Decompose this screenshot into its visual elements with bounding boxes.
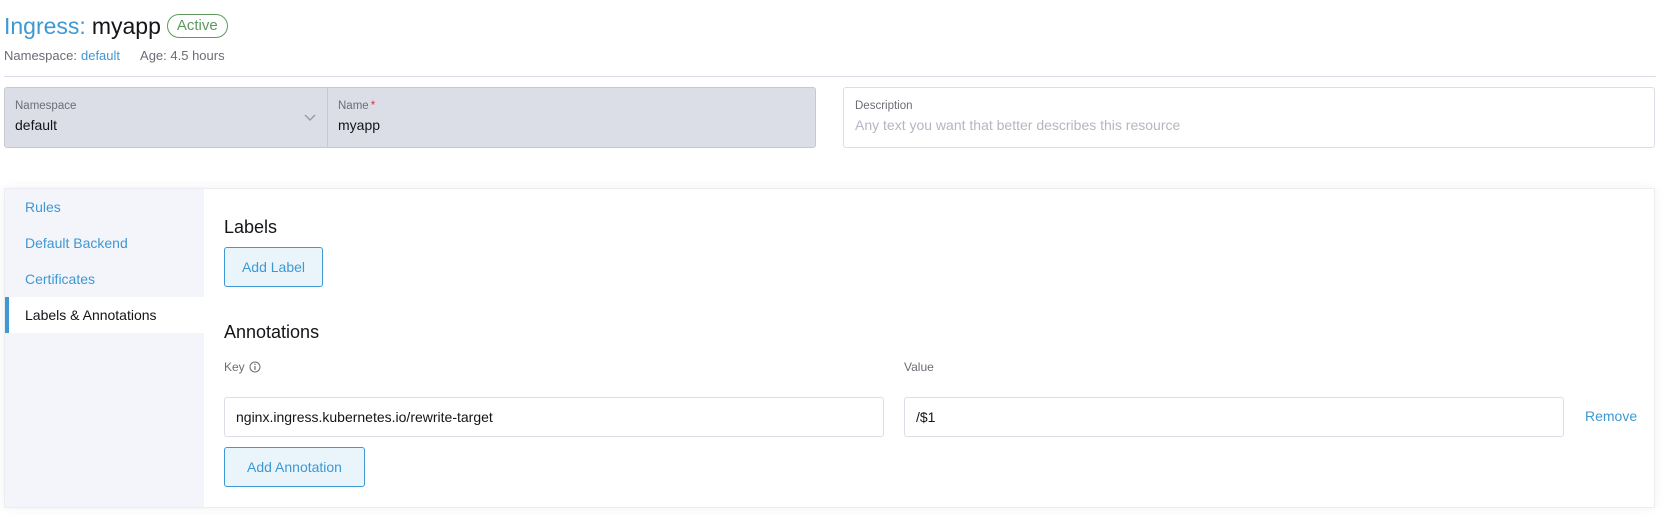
remove-annotation-link[interactable]: Remove	[1585, 408, 1637, 424]
required-mark: *	[370, 100, 376, 112]
name-label-text: Name	[338, 100, 369, 112]
namespace-meta-label: Namespace:	[4, 48, 77, 63]
namespace-name-group: Namespace default Name * myapp	[4, 87, 816, 148]
labels-title: Labels	[224, 217, 278, 237]
header-divider	[4, 76, 1656, 77]
add-annotation-button[interactable]: Add Annotation	[224, 447, 365, 487]
tab-default-backend[interactable]: Default Backend	[5, 225, 204, 261]
status-badge: Active	[166, 14, 228, 38]
resource-type-label: Ingress:	[4, 12, 86, 39]
age-text: Age: 4.5 hours	[140, 48, 225, 63]
annotations-title: Annotations	[224, 322, 320, 342]
namespace-field-value: default	[15, 117, 58, 133]
description-field[interactable]: Description Any text you want that bette…	[843, 87, 1655, 148]
name-field-value: myapp	[338, 117, 381, 133]
namespace-select[interactable]: Namespace default	[5, 88, 328, 147]
annotation-key-input[interactable]: nginx.ingress.kubernetes.io/rewrite-targ…	[224, 397, 884, 437]
name-field[interactable]: Name * myapp	[328, 88, 815, 147]
chevron-down-icon[interactable]	[303, 110, 317, 124]
tabbed-card: Rules Default Backend Certificates Label…	[4, 188, 1655, 508]
tab-certificates[interactable]: Certificates	[5, 261, 204, 297]
tab-labels-annotations[interactable]: Labels & Annotations	[5, 297, 204, 333]
description-label: Description	[855, 100, 913, 112]
name-field-label: Name *	[338, 100, 805, 112]
annotation-value-input[interactable]: /$1	[904, 397, 1564, 437]
key-column-label: Key	[224, 360, 261, 374]
add-label-button[interactable]: Add Label	[224, 247, 323, 287]
value-column-label: Value	[904, 360, 934, 374]
resource-name: myapp	[91, 12, 161, 39]
page-header: Ingress: myapp Active Namespace: default…	[4, 10, 228, 63]
info-icon[interactable]	[249, 361, 261, 373]
description-placeholder: Any text you want that better describes …	[855, 117, 1181, 133]
resource-meta: Namespace: default Age: 4.5 hours	[4, 48, 228, 63]
tab-rules[interactable]: Rules	[5, 189, 204, 225]
key-label-text: Key	[224, 360, 245, 374]
page-title: Ingress: myapp Active	[4, 10, 228, 42]
namespace-field-label: Namespace	[15, 100, 77, 112]
side-tabs: Rules Default Backend Certificates Label…	[5, 189, 204, 507]
namespace-link[interactable]: default	[81, 48, 120, 63]
